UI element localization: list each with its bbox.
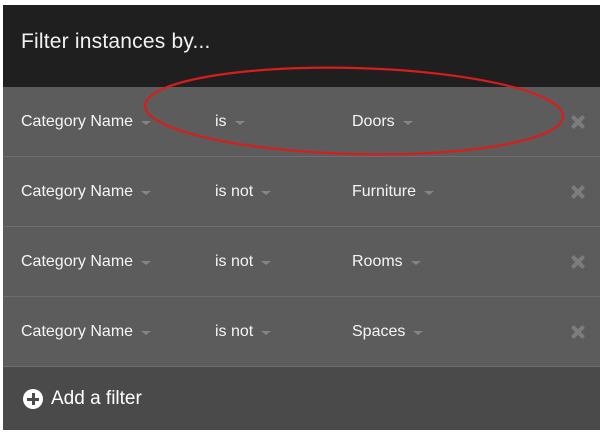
operator-label: is not — [215, 323, 254, 340]
caret-down-icon — [410, 261, 421, 265]
filter-row: Category Name is Doors — [3, 87, 600, 157]
operator-label: is not — [215, 183, 254, 200]
caret-down-icon — [141, 191, 152, 195]
operator-label: is — [215, 113, 227, 130]
value-label: Furniture — [352, 183, 417, 200]
filter-row: Category Name is not Spaces — [3, 297, 600, 367]
value-label: Spaces — [352, 323, 406, 340]
close-icon[interactable] — [566, 180, 590, 204]
panel-title: Filter instances by... — [21, 30, 211, 53]
caret-down-icon — [234, 121, 245, 125]
operator-dropdown[interactable]: is not — [215, 297, 272, 367]
caret-down-icon — [424, 191, 435, 195]
value-dropdown[interactable]: Spaces — [352, 297, 424, 367]
caret-down-icon — [261, 191, 272, 195]
add-filter-button[interactable]: Add a filter — [3, 367, 600, 430]
caret-down-icon — [141, 331, 152, 335]
filter-panel: Filter instances by... Category Name is … — [3, 5, 600, 430]
value-dropdown[interactable]: Doors — [352, 87, 413, 157]
value-label: Rooms — [352, 253, 403, 270]
value-dropdown[interactable]: Rooms — [352, 227, 421, 297]
close-icon[interactable] — [566, 110, 590, 134]
field-dropdown[interactable]: Category Name — [21, 297, 152, 367]
field-dropdown[interactable]: Category Name — [21, 87, 152, 157]
field-label: Category Name — [21, 113, 134, 130]
caret-down-icon — [141, 261, 152, 265]
operator-label: is not — [215, 253, 254, 270]
filter-row: Category Name is not Furniture — [3, 157, 600, 227]
field-label: Category Name — [21, 183, 134, 200]
value-dropdown[interactable]: Furniture — [352, 157, 435, 227]
caret-down-icon — [402, 121, 413, 125]
caret-down-icon — [261, 331, 272, 335]
plus-circle-icon — [23, 388, 43, 409]
panel-header: Filter instances by... — [3, 5, 600, 87]
operator-dropdown[interactable]: is not — [215, 227, 272, 297]
caret-down-icon — [261, 261, 272, 265]
field-label: Category Name — [21, 323, 134, 340]
operator-dropdown[interactable]: is — [215, 87, 245, 157]
add-filter-label: Add a filter — [51, 387, 142, 409]
caret-down-icon — [413, 331, 424, 335]
filter-list: Category Name is Doors Category Name is … — [3, 87, 600, 367]
field-dropdown[interactable]: Category Name — [21, 227, 152, 297]
caret-down-icon — [141, 121, 152, 125]
filter-row: Category Name is not Rooms — [3, 227, 600, 297]
field-dropdown[interactable]: Category Name — [21, 157, 152, 227]
close-icon[interactable] — [566, 320, 590, 344]
operator-dropdown[interactable]: is not — [215, 157, 272, 227]
field-label: Category Name — [21, 253, 134, 270]
value-label: Doors — [352, 113, 395, 130]
close-icon[interactable] — [566, 250, 590, 274]
